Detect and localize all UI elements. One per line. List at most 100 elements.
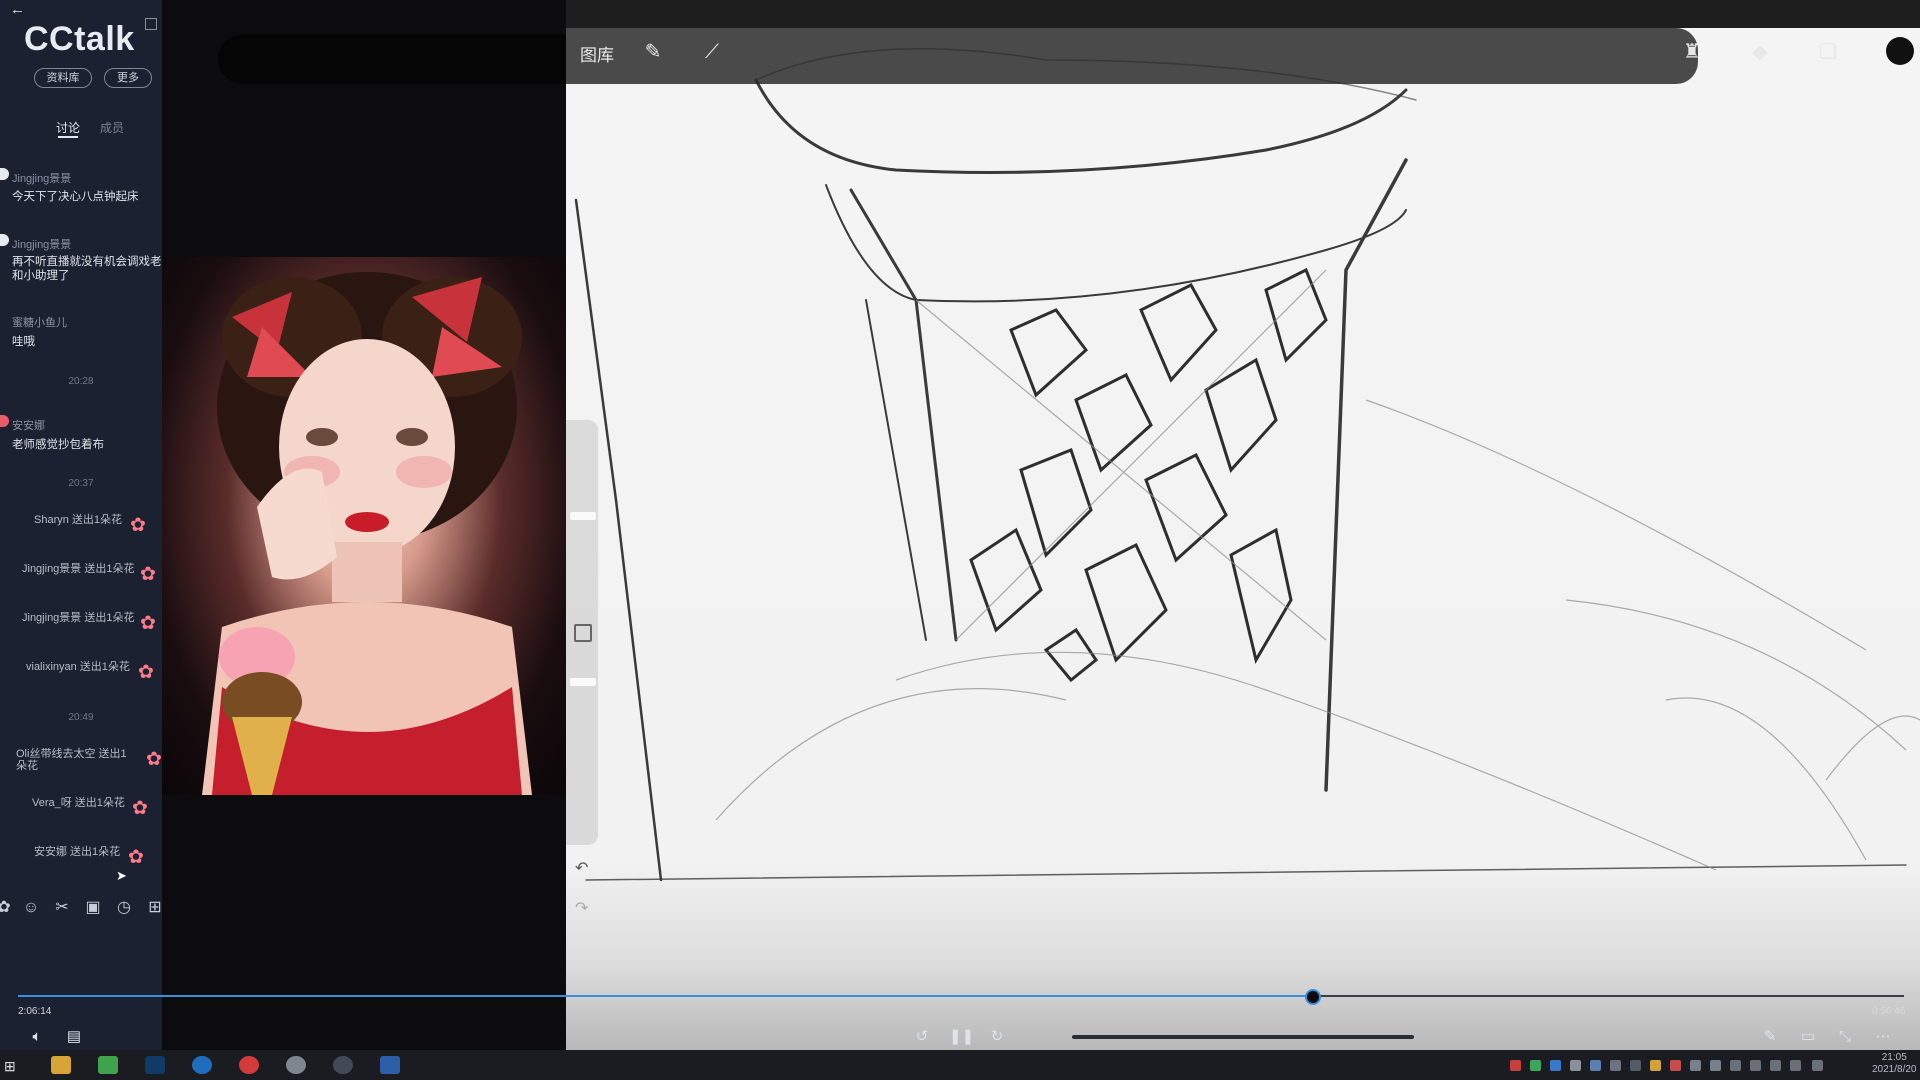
search-bar[interactable] (218, 34, 568, 84)
tray-icon[interactable] (1510, 1060, 1521, 1071)
taskbar-clock[interactable]: 21:05 2021/8/20 (1872, 1052, 1917, 1076)
eraser-icon[interactable]: ◆ (1748, 40, 1772, 64)
more-icon[interactable]: ⊞ (145, 898, 165, 918)
drawing-canvas[interactable] (566, 0, 1920, 1050)
more-button[interactable]: 更多 (104, 68, 152, 88)
flower-icon: ✿ (128, 847, 144, 868)
danmaku-icon[interactable]: ▤ (63, 1026, 85, 1048)
message-username: Jingjing景景 (12, 239, 72, 251)
layers-icon[interactable]: ❏ (1816, 40, 1840, 64)
message-text: 再不听直播就没有机会调戏老和小助理了 (12, 256, 162, 282)
undo-icon[interactable]: ↶ (575, 858, 588, 878)
tray-icon[interactable] (1730, 1060, 1741, 1071)
flower-icon: ✿ (130, 515, 146, 536)
opacity-handle[interactable] (570, 678, 596, 686)
tab-discussion[interactable]: 讨论 (56, 119, 80, 136)
clock-date: 2021/8/20 (1872, 1064, 1917, 1075)
flower-icon: ✿ (146, 749, 162, 770)
wrench-icon[interactable]: ✎ (641, 40, 665, 64)
tray-icon[interactable] (1530, 1060, 1541, 1071)
time-divider: 20:49 (68, 712, 94, 723)
gift-message: Sharyn 送出1朵花 ✿ (20, 512, 158, 546)
gift-message: Oli丝带线去太空 送出1朵花 ✿ (4, 746, 162, 780)
cctalk-logo: CCtalk (24, 20, 135, 58)
gift-icon[interactable]: ✿ (0, 898, 14, 918)
gift-message: Jingjing景景 送出1朵花 ✿ (10, 561, 156, 595)
tray-icon[interactable] (1610, 1060, 1621, 1071)
total-time: 0:56:46 (1872, 1006, 1906, 1017)
tray-icon[interactable] (1750, 1060, 1761, 1071)
reference-photo (162, 257, 566, 795)
pip-icon[interactable]: ▭ (1797, 1026, 1819, 1048)
gift-text: vialixinyan 送出1朵花 (26, 661, 130, 673)
tray-icon[interactable] (1570, 1060, 1581, 1071)
obs-icon[interactable] (333, 1056, 353, 1074)
tray-icon[interactable] (1790, 1060, 1801, 1071)
pencil-sketch (574, 48, 1920, 882)
magic-wand-icon[interactable]: ⟋ (700, 40, 724, 64)
gift-text: Oli丝带线去太空 送出1朵花 (16, 748, 127, 772)
tray-icon[interactable] (1710, 1060, 1721, 1071)
forward-30-icon[interactable]: ↻ (986, 1026, 1008, 1048)
tray-icon[interactable] (1550, 1060, 1561, 1071)
image-icon[interactable]: ▣ (83, 898, 103, 918)
gift-message: Vera_呀 送出1朵花 ✿ (20, 795, 158, 829)
color-icon[interactable] (1886, 37, 1914, 65)
start-icon[interactable]: ⊞ (4, 1058, 20, 1074)
message-text: 今天下了决心八点钟起床 (12, 191, 139, 203)
tray-icon[interactable] (1812, 1060, 1823, 1071)
edge-icon[interactable] (192, 1056, 212, 1074)
tray-icon[interactable] (1690, 1060, 1701, 1071)
progress-knob[interactable] (1305, 989, 1321, 1005)
gift-message: vialixinyan 送出1朵花 ✿ (14, 659, 154, 693)
scrub-bar[interactable] (1072, 1035, 1414, 1039)
gift-text: Jingjing景景 送出1朵花 (22, 612, 135, 624)
volume-icon[interactable]: 🔈︎ (26, 1026, 48, 1048)
flower-icon: ✿ (140, 564, 156, 585)
scissors-icon[interactable]: ✂ (52, 898, 72, 918)
slider-handle[interactable] (570, 512, 596, 520)
library-button[interactable]: 资料库 (34, 68, 92, 88)
message-username: 安安娜 (12, 420, 45, 432)
gift-message: 安安娜 送出1朵花 ✿ (22, 844, 160, 878)
redo-icon[interactable]: ↷ (575, 898, 588, 918)
emoji-icon[interactable]: ☺ (21, 898, 41, 918)
clock-icon[interactable]: ◷ (114, 898, 134, 918)
tab-active-indicator (58, 136, 78, 138)
chrome-icon[interactable] (286, 1056, 306, 1074)
progress-fill (18, 995, 1312, 997)
flower-icon: ✿ (138, 662, 154, 683)
reference-photo-illustration (202, 272, 532, 795)
tray-icon[interactable] (1650, 1060, 1661, 1071)
message-username: Jingjing景景 (12, 173, 72, 185)
brush-icon[interactable]: ♜ (1680, 40, 1704, 64)
message-text: 老师感觉抄包着布 (12, 439, 104, 451)
exit-fullscreen-icon[interactable]: ⤡ (1834, 1026, 1856, 1048)
back-arrow-icon[interactable]: ← (10, 2, 26, 18)
procreate-status-strip (566, 0, 1920, 28)
rewind-10-icon[interactable]: ↺ (911, 1026, 933, 1048)
time-divider: 20:28 (68, 376, 94, 387)
pen-icon[interactable]: ✎ (1759, 1026, 1781, 1048)
window-restore-icon[interactable] (145, 18, 157, 30)
file-explorer-icon[interactable] (51, 1056, 71, 1074)
tray-icon[interactable] (1670, 1060, 1681, 1071)
word-icon[interactable] (380, 1056, 400, 1074)
clock-time: 21:05 (1881, 1052, 1907, 1063)
netease-music-icon[interactable] (239, 1056, 259, 1074)
tab-members[interactable]: 成员 (100, 119, 124, 136)
tray-icon[interactable] (1770, 1060, 1781, 1071)
pause-icon[interactable]: ❚❚ (949, 1026, 974, 1048)
tray-icon[interactable] (1630, 1060, 1641, 1071)
gift-message: Jingjing景景 送出1朵花 ✿ (10, 610, 156, 644)
procreate-toolbar (566, 28, 1698, 84)
more-options-icon[interactable]: ⋯ (1872, 1026, 1894, 1048)
tray-icon[interactable] (1590, 1060, 1601, 1071)
photoshop-icon[interactable] (145, 1056, 165, 1074)
gift-text: Jingjing景景 送出1朵花 (22, 563, 135, 575)
message-username: 蜜糖小鱼儿 (12, 317, 67, 329)
gallery-button[interactable]: 图库 (580, 41, 614, 66)
current-time: 2:06:14 (18, 1006, 52, 1017)
app-icon[interactable] (98, 1056, 118, 1074)
eyedropper-icon[interactable] (574, 624, 592, 642)
